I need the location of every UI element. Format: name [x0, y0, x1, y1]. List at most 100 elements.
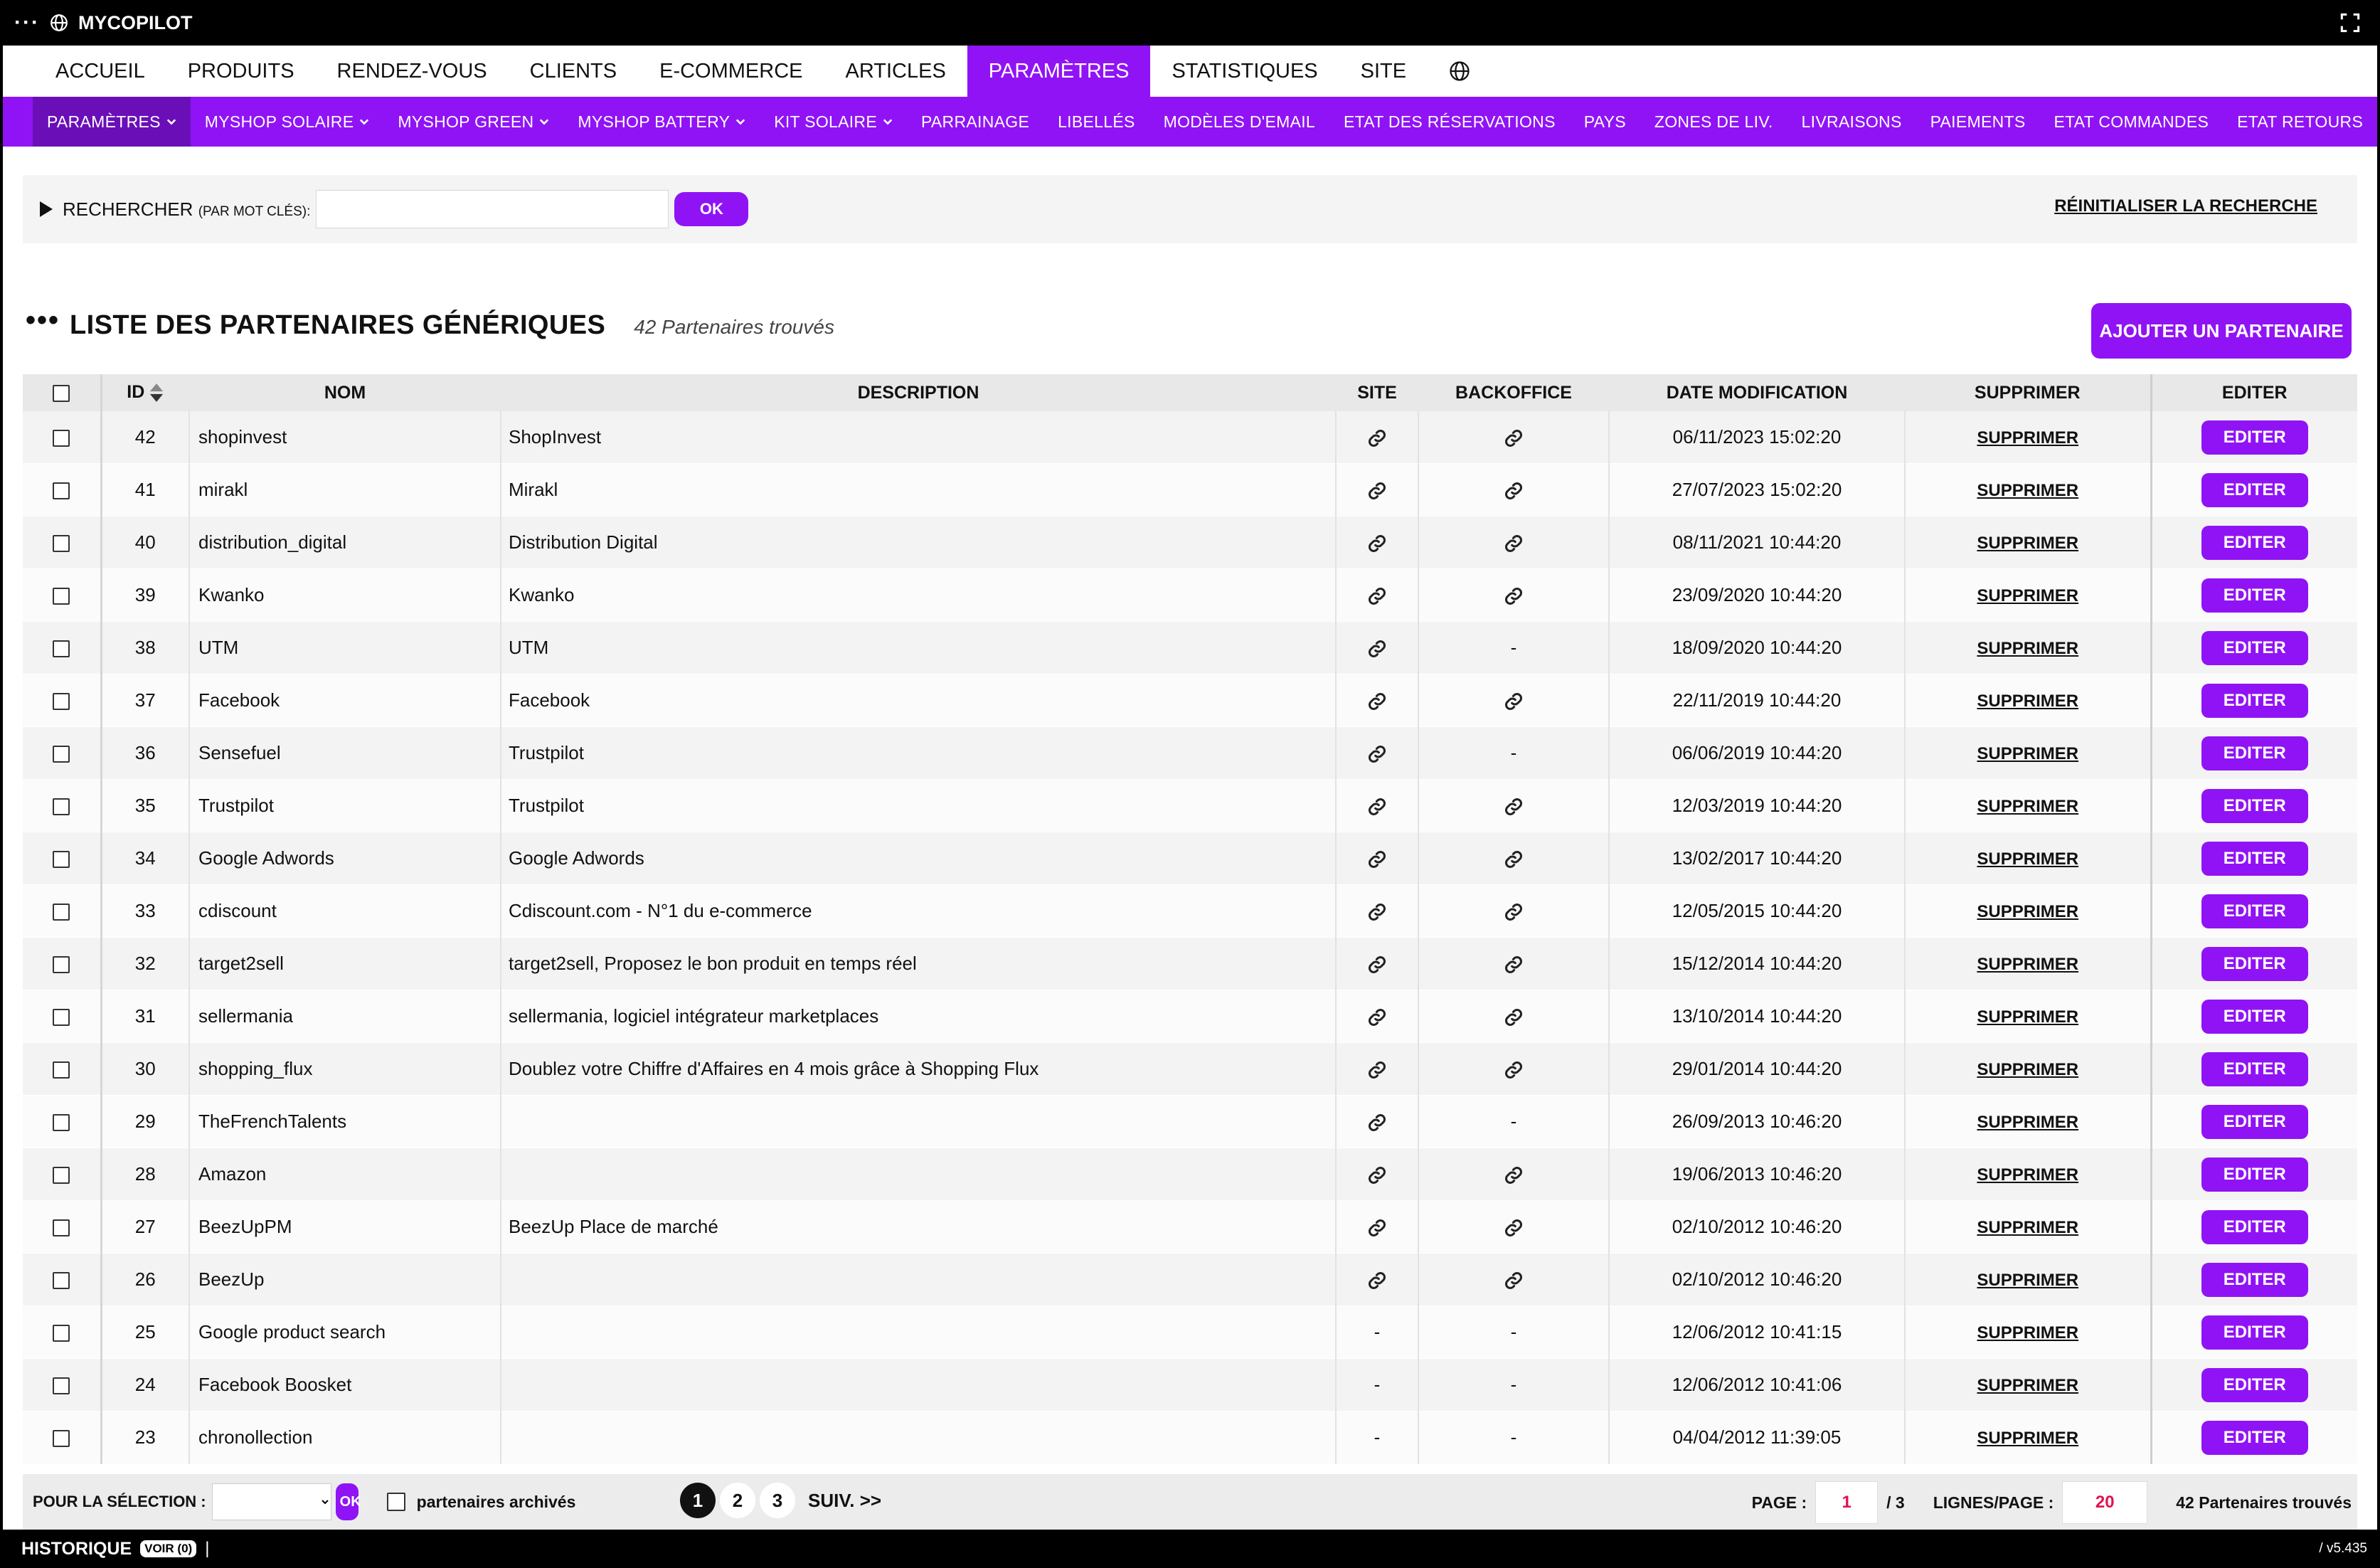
edit-button[interactable]: EDITER: [2201, 525, 2308, 560]
delete-link[interactable]: SUPPRIMER: [1977, 1165, 2078, 1185]
row-checkbox[interactable]: [53, 1272, 70, 1290]
edit-button[interactable]: EDITER: [2201, 999, 2308, 1034]
edit-button[interactable]: EDITER: [2201, 578, 2308, 613]
row-checkbox[interactable]: [53, 1009, 70, 1027]
link-icon[interactable]: [1504, 902, 1524, 922]
edit-button[interactable]: EDITER: [2201, 1420, 2308, 1455]
row-backoffice[interactable]: [1418, 674, 1609, 727]
delete-link[interactable]: SUPPRIMER: [1977, 849, 2078, 869]
sub-nav-item[interactable]: MYSHOP GREEN: [383, 97, 563, 147]
row-checkbox[interactable]: [53, 1061, 70, 1079]
row-checkbox[interactable]: [53, 798, 70, 816]
archived-toggle[interactable]: partenaires archivés: [386, 1493, 575, 1512]
options-dots-icon[interactable]: •••: [26, 304, 60, 337]
row-checkbox[interactable]: [53, 482, 70, 500]
sub-nav-item[interactable]: LIBELLÉS: [1043, 97, 1149, 147]
link-icon[interactable]: [1367, 1218, 1387, 1238]
expand-triangle-icon[interactable]: [40, 201, 53, 217]
edit-button[interactable]: EDITER: [2201, 736, 2308, 770]
search-input[interactable]: [316, 190, 669, 228]
link-icon[interactable]: [1504, 1271, 1524, 1291]
row-checkbox[interactable]: [53, 956, 70, 974]
link-icon[interactable]: [1367, 481, 1387, 501]
link-icon[interactable]: [1504, 481, 1524, 501]
main-nav-item[interactable]: SITE: [1339, 46, 1428, 97]
link-icon[interactable]: [1504, 849, 1524, 869]
row-backoffice[interactable]: [1418, 1148, 1609, 1201]
edit-button[interactable]: EDITER: [2201, 1104, 2308, 1139]
link-icon[interactable]: [1367, 1007, 1387, 1027]
row-backoffice[interactable]: [1418, 516, 1609, 569]
row-site[interactable]: [1335, 1148, 1418, 1201]
lines-per-page-input[interactable]: 20: [2062, 1481, 2148, 1524]
row-site[interactable]: [1335, 621, 1418, 674]
main-nav-item[interactable]: PARAMÈTRES: [967, 46, 1151, 97]
link-icon[interactable]: [1367, 534, 1387, 553]
link-icon[interactable]: [1367, 902, 1387, 922]
link-icon[interactable]: [1367, 428, 1387, 448]
row-checkbox[interactable]: [53, 1219, 70, 1237]
edit-button[interactable]: EDITER: [2201, 788, 2308, 823]
row-site[interactable]: [1335, 411, 1418, 464]
row-checkbox[interactable]: [53, 1114, 70, 1132]
row-checkbox[interactable]: [53, 904, 70, 921]
menu-dots-icon[interactable]: ···: [14, 11, 40, 35]
sub-nav-item[interactable]: MYSHOP BATTERY: [563, 97, 760, 147]
sub-nav-item[interactable]: PAYS: [1570, 97, 1640, 147]
link-icon[interactable]: [1504, 955, 1524, 975]
main-nav-item[interactable]: E-COMMERCE: [638, 46, 824, 97]
row-site[interactable]: [1335, 884, 1418, 938]
next-page-link[interactable]: SUIV. >>: [808, 1490, 881, 1512]
row-backoffice[interactable]: [1418, 937, 1609, 990]
sub-nav-item[interactable]: PAIEMENTS: [1916, 97, 2040, 147]
sub-nav-item[interactable]: MODÈLES D'EMAIL: [1149, 97, 1329, 147]
row-site[interactable]: [1335, 1095, 1418, 1148]
edit-button[interactable]: EDITER: [2201, 420, 2308, 455]
link-icon[interactable]: [1504, 692, 1524, 711]
row-backoffice[interactable]: [1418, 1253, 1609, 1306]
row-backoffice[interactable]: [1418, 463, 1609, 517]
sub-nav-item[interactable]: MYSHOP SOLAIRE: [191, 97, 384, 147]
edit-button[interactable]: EDITER: [2201, 630, 2308, 665]
row-checkbox[interactable]: [53, 851, 70, 869]
link-icon[interactable]: [1504, 797, 1524, 817]
link-icon[interactable]: [1367, 692, 1387, 711]
page-button[interactable]: 3: [760, 1483, 795, 1518]
link-icon[interactable]: [1504, 1007, 1524, 1027]
delete-link[interactable]: SUPPRIMER: [1977, 1218, 2078, 1237]
sub-nav-item[interactable]: PARAMÈTRES: [33, 97, 191, 147]
link-icon[interactable]: [1367, 955, 1387, 975]
fullscreen-icon[interactable]: [2340, 13, 2360, 33]
sub-nav-item[interactable]: ETAT RETOURS: [2223, 97, 2377, 147]
delete-link[interactable]: SUPPRIMER: [1977, 955, 2078, 974]
link-icon[interactable]: [1504, 1165, 1524, 1185]
row-site[interactable]: [1335, 516, 1418, 569]
delete-link[interactable]: SUPPRIMER: [1977, 692, 2078, 711]
edit-button[interactable]: EDITER: [2201, 1157, 2308, 1192]
row-checkbox[interactable]: [53, 640, 70, 658]
delete-link[interactable]: SUPPRIMER: [1977, 481, 2078, 500]
row-site[interactable]: [1335, 1200, 1418, 1254]
row-checkbox[interactable]: [53, 1377, 70, 1395]
page-button[interactable]: 2: [720, 1483, 755, 1518]
row-checkbox[interactable]: [53, 746, 70, 763]
delete-link[interactable]: SUPPRIMER: [1977, 1271, 2078, 1290]
edit-button[interactable]: EDITER: [2201, 1051, 2308, 1086]
delete-link[interactable]: SUPPRIMER: [1977, 1060, 2078, 1079]
row-site[interactable]: [1335, 1253, 1418, 1306]
row-backoffice[interactable]: [1418, 832, 1609, 885]
select-all-checkbox[interactable]: [53, 384, 70, 402]
edit-button[interactable]: EDITER: [2201, 946, 2308, 981]
edit-button[interactable]: EDITER: [2201, 894, 2308, 928]
link-icon[interactable]: [1504, 586, 1524, 606]
main-nav-item[interactable]: CLIENTS: [509, 46, 638, 97]
row-site[interactable]: [1335, 832, 1418, 885]
link-icon[interactable]: [1367, 586, 1387, 606]
sub-nav-item[interactable]: ZONES DE LIV.: [1640, 97, 1787, 147]
history-view-button[interactable]: VOIR (0): [140, 1540, 197, 1557]
row-checkbox[interactable]: [53, 535, 70, 553]
row-site[interactable]: [1335, 1042, 1418, 1096]
link-icon[interactable]: [1367, 744, 1387, 764]
sort-icon[interactable]: [149, 382, 164, 403]
row-checkbox[interactable]: [53, 1167, 70, 1185]
